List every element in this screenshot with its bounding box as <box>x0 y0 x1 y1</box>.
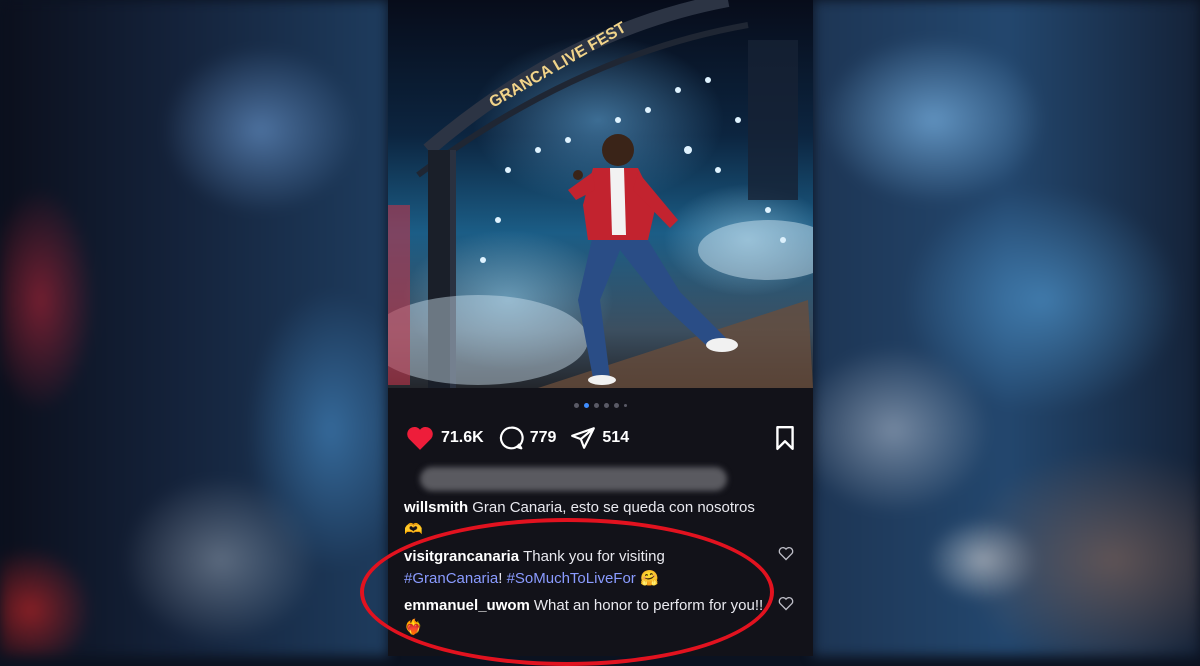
concert-stage-illustration: GRANCA LIVE FEST <box>388 0 813 388</box>
comment-count: 779 <box>529 429 557 446</box>
save-button[interactable] <box>773 425 797 451</box>
heart-hands-emoji: 🫶 <box>404 521 423 539</box>
comment-button[interactable]: 779 <box>498 425 557 451</box>
carousel-dot <box>604 402 609 408</box>
post-actions: 71.6K 779 514 <box>405 422 797 454</box>
carousel-dot <box>574 402 579 408</box>
comment-bubble-icon <box>499 426 524 450</box>
caption-text: Gran Canaria, esto se queda con nosotros <box>472 499 755 516</box>
carousel-dot <box>614 402 619 408</box>
carousel-dot-active <box>584 402 589 408</box>
like-button[interactable]: 71.6K <box>405 425 484 451</box>
highlight-annotation-ellipse <box>360 518 774 666</box>
blurred-backdrop-left <box>0 0 388 656</box>
carousel-dot <box>594 402 599 408</box>
comment-like-icon[interactable] <box>778 546 794 561</box>
redacted-text <box>420 467 727 491</box>
blurred-backdrop-right <box>813 0 1200 656</box>
share-button[interactable]: 514 <box>570 425 629 451</box>
post-photo[interactable]: GRANCA LIVE FEST <box>388 0 813 388</box>
comment-like-icon[interactable] <box>778 596 794 611</box>
bookmark-icon <box>776 425 794 451</box>
carousel-dot <box>624 403 627 407</box>
caption-username[interactable]: willsmith <box>404 499 468 516</box>
share-count: 514 <box>602 429 630 446</box>
paper-plane-icon <box>571 427 596 449</box>
like-count: 71.6K <box>441 429 484 446</box>
heart-icon <box>407 427 433 450</box>
carousel-indicator <box>388 400 813 410</box>
